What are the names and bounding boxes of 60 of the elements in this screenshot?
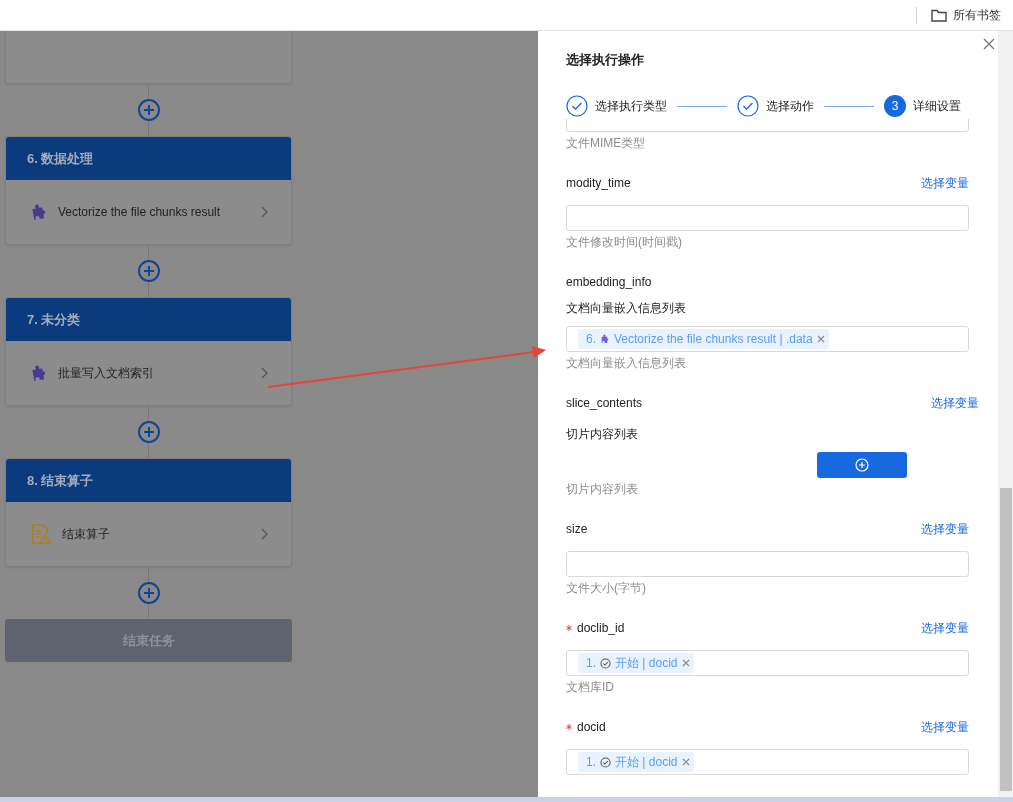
field-name: doclib_id [577, 621, 625, 635]
field-label: 切片内容列表 [566, 426, 639, 443]
field-hint: 文件修改时间(时间戳) [566, 234, 683, 251]
field-hint: 文档库ID [566, 679, 615, 696]
check-circle-icon [600, 756, 611, 768]
action-item[interactable]: Vectorize the file chunks result [6, 180, 291, 244]
select-variable-link[interactable]: 选择变量 [921, 520, 969, 538]
puzzle-icon [30, 364, 48, 382]
select-variable-link[interactable]: 选择变量 [921, 718, 969, 736]
field-name: size [566, 522, 588, 536]
select-variable-link[interactable]: 选择变量 [921, 619, 969, 637]
remove-icon[interactable] [681, 758, 690, 766]
folder-icon [931, 8, 947, 22]
field-label: 文档向量嵌入信息列表 [566, 300, 687, 317]
input-field[interactable] [566, 205, 969, 231]
tag-select-field[interactable]: 1. 开始 | docid [566, 650, 969, 676]
step-label: 详细设置 [913, 97, 961, 115]
action-item[interactable]: 结束算子 [6, 502, 291, 566]
puzzle-icon [30, 203, 48, 221]
remove-icon[interactable] [681, 659, 690, 667]
variable-tag: 1. 开始 | docid [578, 653, 694, 673]
field-name: modity_time [566, 176, 631, 190]
select-variable-link[interactable]: 选择变量 [931, 394, 979, 412]
bookmarks-button[interactable]: 所有书签 [931, 6, 1001, 24]
add-step-icon[interactable] [137, 582, 160, 604]
field-name: slice_contents [566, 396, 643, 410]
step-title: 8. 结束算子 [6, 459, 291, 502]
field-hint: 文档向量嵌入信息列表 [566, 355, 687, 372]
chevron-right-icon [261, 367, 269, 379]
check-circle-icon [600, 657, 611, 669]
close-icon[interactable] [983, 38, 995, 50]
plus-circle-icon [855, 458, 869, 472]
chevron-right-icon [261, 528, 269, 540]
field-hint: 文件MIME类型 [566, 135, 647, 152]
field-hint: 文件大小(字节) [566, 580, 647, 597]
action-item[interactable]: 批量写入文档索引 [6, 341, 291, 405]
step-label: 选择执行类型 [595, 97, 667, 115]
drawer-title: 选择执行操作 [566, 51, 645, 67]
puzzle-icon [600, 334, 610, 344]
add-step-icon[interactable] [137, 99, 160, 121]
field-name: docid [577, 720, 606, 734]
add-step-icon[interactable] [137, 421, 160, 443]
variable-tag: 1. 开始 | docid [578, 752, 694, 772]
tag-select-field[interactable]: 1. 开始 | docid [566, 749, 969, 775]
field-hint: 切片内容列表 [566, 481, 639, 498]
remove-icon[interactable] [816, 335, 825, 343]
add-button[interactable] [817, 452, 907, 478]
field-name: embedding_info [566, 275, 652, 289]
select-variable-link[interactable]: 选择变量 [921, 174, 969, 192]
step-label: 选择动作 [766, 97, 814, 115]
step-number: 3 [884, 95, 906, 117]
step-title: 6. 数据处理 [6, 137, 291, 180]
scrollbar[interactable] [998, 31, 1013, 797]
add-step-icon[interactable] [137, 260, 160, 282]
variable-tag: 6. Vectorize the file chunks result | .data [578, 329, 829, 349]
input-field[interactable] [566, 551, 969, 577]
step-title: 7. 未分类 [6, 298, 291, 341]
tag-select-field[interactable]: 6. Vectorize the file chunks result | .data [566, 326, 969, 352]
document-warning-icon [30, 523, 52, 545]
chevron-right-icon [261, 206, 269, 218]
